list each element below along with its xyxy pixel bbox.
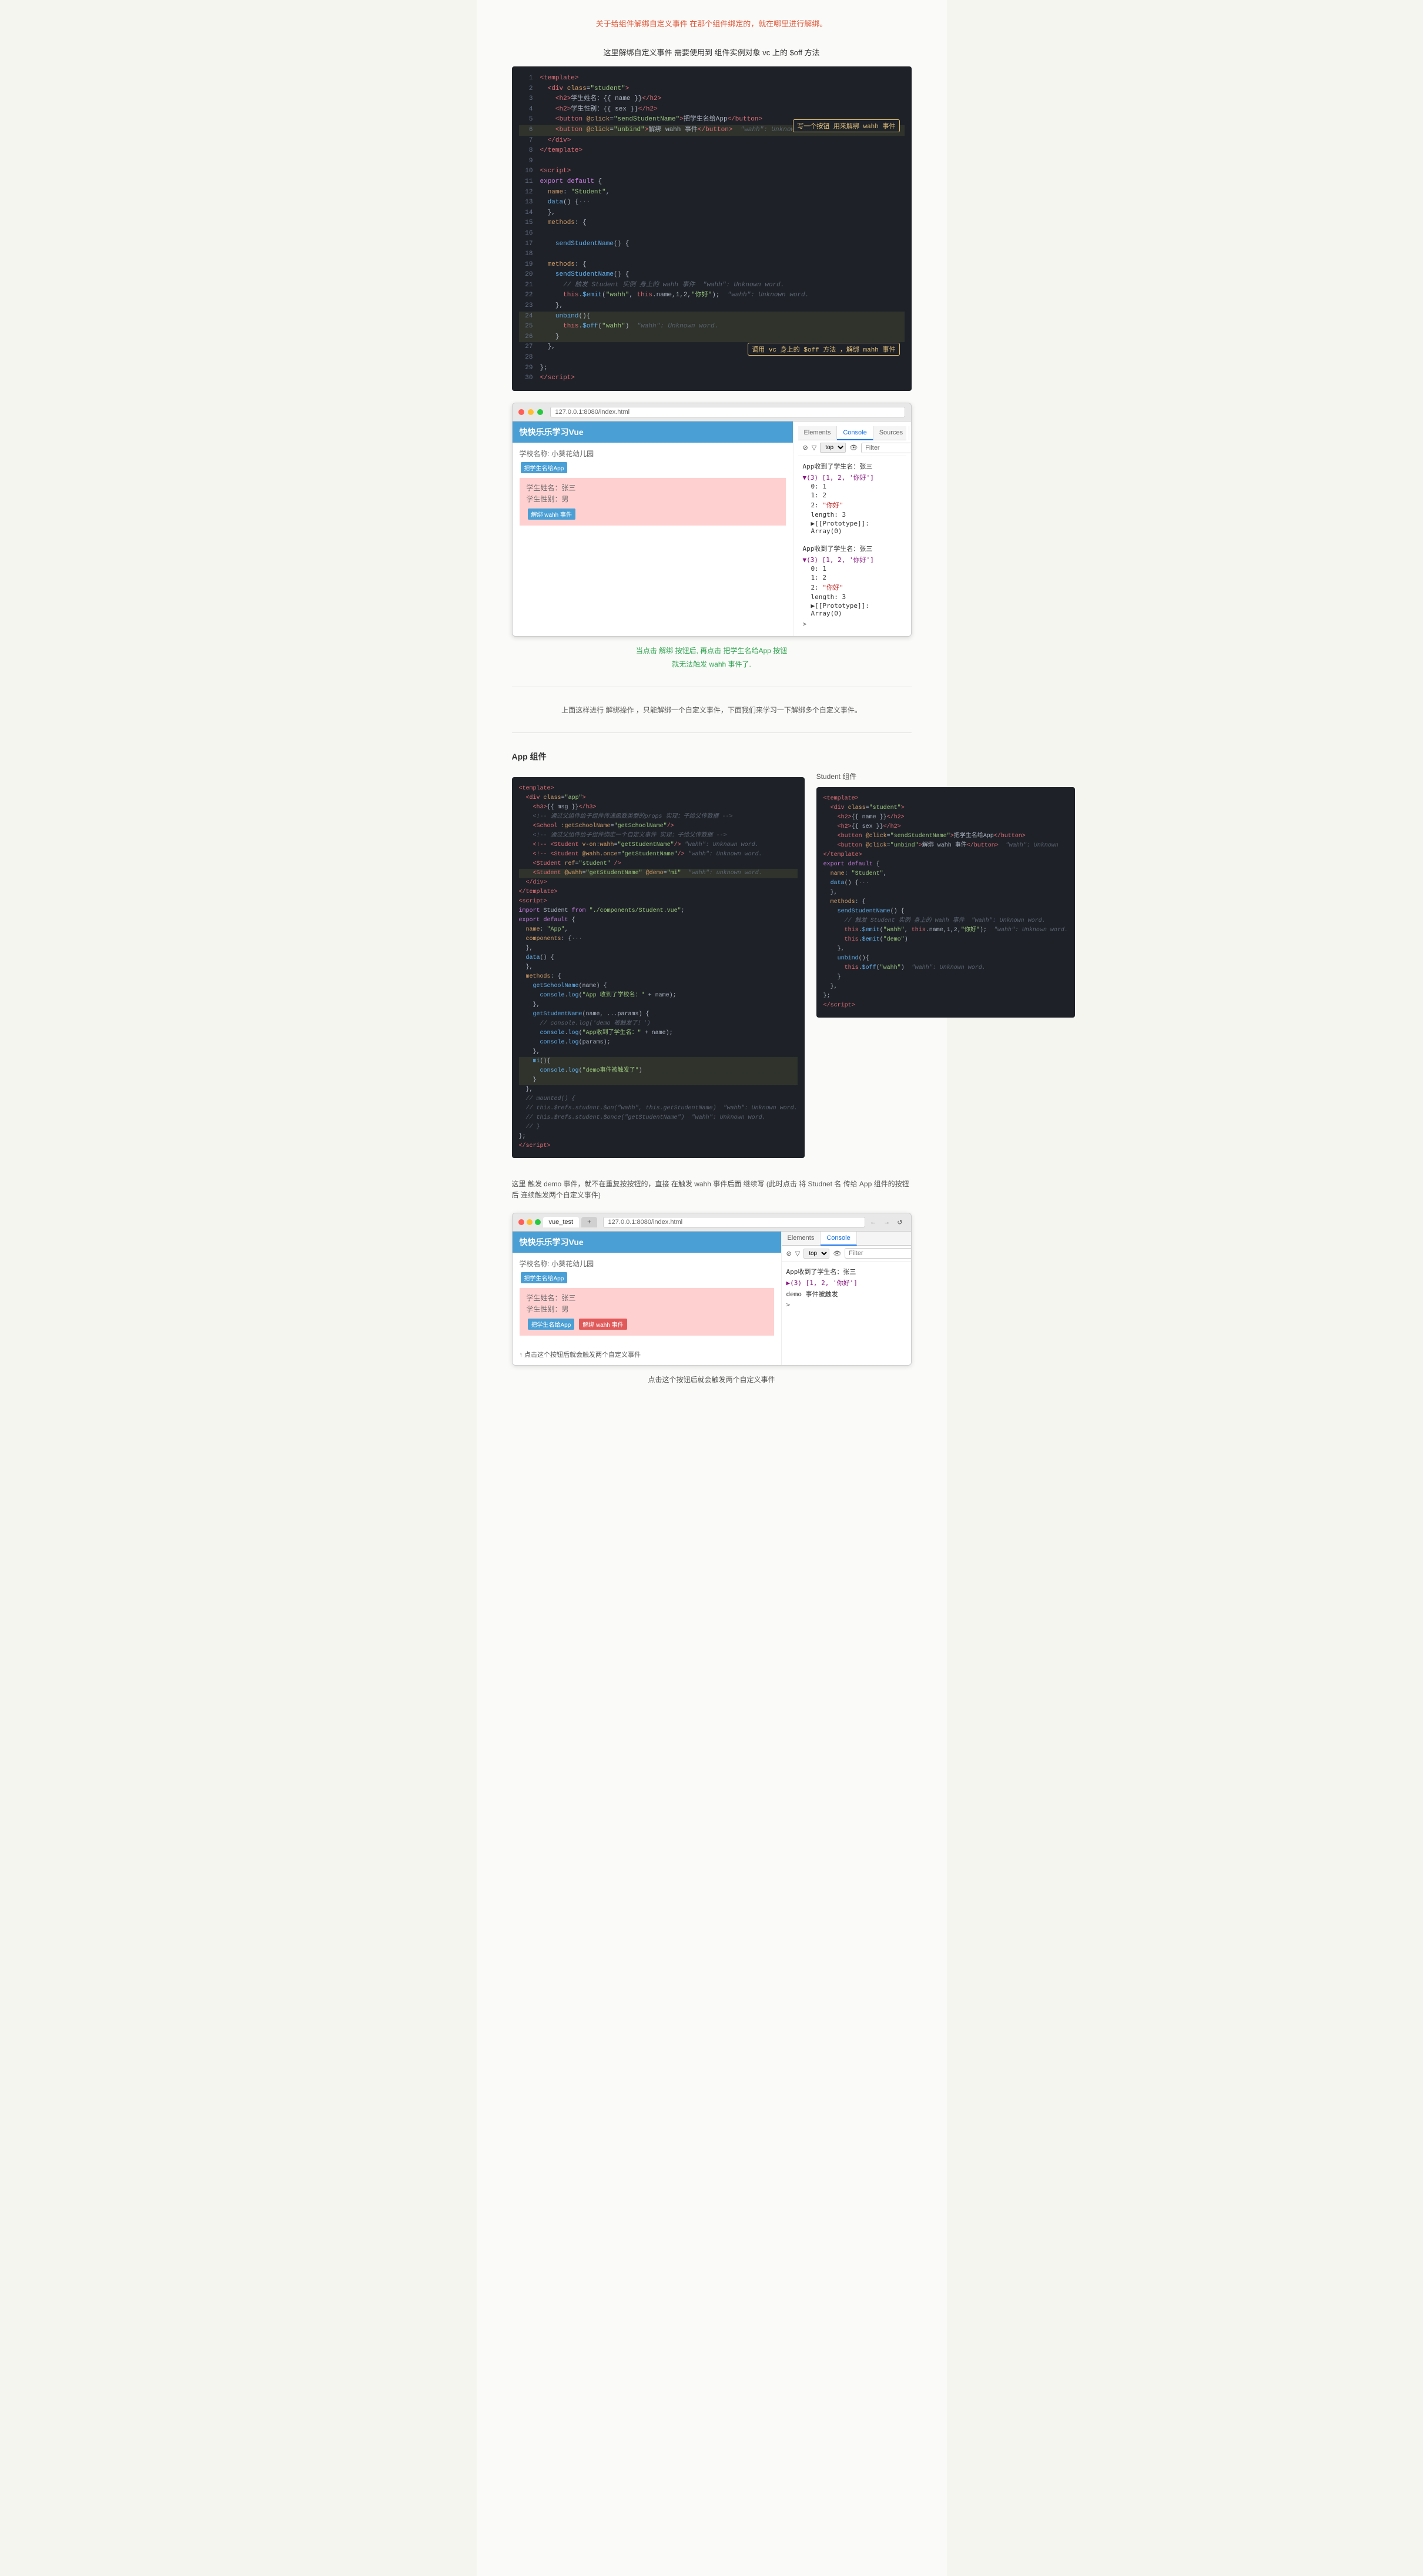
browser-devtools-1: Elements Console Sources Network ⊘ ▽ top… <box>793 421 911 636</box>
browser-mockup-1: 127.0.0.1:8080/index.html 快快乐乐学习Vue 学校名称… <box>512 403 912 637</box>
desc-text-1: 这里解绑自定义事件 需要使用到 组件实例对象 vc 上的 $off 方法 <box>512 46 912 58</box>
devtools-filter-icon-2: ▽ <box>795 1250 800 1257</box>
two-col-1: <template> <div class="app"> <h3>{{ msg … <box>512 771 912 1170</box>
devtools-tab-sources[interactable]: Sources <box>873 426 909 440</box>
devtools-tab-console[interactable]: Console <box>837 426 873 440</box>
info-note: 这里 触发 demo 事件，就不在重复按按钮的，直接 在触发 wahh 事件后面… <box>512 1179 912 1201</box>
devtools-filter-icon: ▽ <box>812 444 816 451</box>
browser-toolbar-2: vue_test + 127.0.0.1:8080/index.html ← →… <box>513 1213 911 1232</box>
devtools-clear-2[interactable]: ⊘ <box>786 1250 792 1257</box>
console-caret: > <box>803 620 902 628</box>
devtools-filter-input-2[interactable] <box>845 1248 911 1259</box>
school-label-1: 学校名称: 小葵花幼儿园 <box>520 449 786 459</box>
browser-tab-active-2[interactable]: vue_test <box>543 1217 580 1227</box>
app-code-col: <template> <div class="app"> <h3>{{ msg … <box>512 771 805 1170</box>
student-name-1: 学生姓名：张三 <box>527 483 779 493</box>
section-heading: App 组件 <box>512 751 912 762</box>
code-annotation-1: 写一个按钮 用来解绑 wahh 事件 <box>793 119 899 132</box>
student-sex-2: 学生性别：男 <box>527 1304 767 1314</box>
devtools-tabs-1: Elements Console Sources Network <box>798 426 906 440</box>
btn-get-student-2[interactable]: 把学生名给App <box>528 1319 575 1330</box>
console-log-2: App收到了学生名：张三 <box>803 544 902 553</box>
browser-nav-back[interactable]: ← <box>868 1219 879 1226</box>
browser-dot-green-2 <box>535 1219 541 1225</box>
browser-nav-refresh[interactable]: ↺ <box>895 1219 905 1226</box>
devtools-toolbar-1: ⊘ ▽ top 👁 <box>798 440 906 456</box>
btn-unbind-2[interactable]: 解绑 wahh 事件 <box>579 1319 627 1330</box>
btn-get-1[interactable]: 把学生名给App <box>521 462 568 473</box>
console-array1: ▼(3) [1, 2, '你好'] 0: 1 1: 2 2: "你好" leng… <box>803 473 902 536</box>
student-name-2: 学生姓名：张三 <box>527 1293 767 1303</box>
devtools-top-select-2[interactable]: top <box>803 1249 829 1259</box>
console-log-1: App收到了学生名：张三 <box>803 461 902 471</box>
browser-toolbar-1: 127.0.0.1:8080/index.html <box>513 403 911 421</box>
devtools-eye: 👁 <box>849 444 858 451</box>
console-log-b1: App收到了学生名：张三 <box>786 1267 906 1276</box>
browser-dot-red-2 <box>518 1219 524 1225</box>
browser-url-2: 127.0.0.1:8080/index.html <box>603 1217 866 1227</box>
section-divider-2 <box>512 732 912 733</box>
browser-dot-yellow-1 <box>528 409 534 415</box>
console-array2: ▼(3) [1, 2, '你好'] 0: 1 1: 2 2: "你好" leng… <box>803 555 902 618</box>
browser-dot-yellow-2 <box>527 1219 533 1225</box>
browser-url-1: 127.0.0.1:8080/index.html <box>550 407 905 417</box>
code-block-app: <template> <div class="app"> <h3>{{ msg … <box>512 777 805 1158</box>
console-array-b1: ▶(3) [1, 2, '你好'] <box>786 1278 906 1287</box>
vue-app-header-1: 快快乐乐学习Vue <box>513 421 793 443</box>
browser-left-1: 快快乐乐学习Vue 学校名称: 小葵花幼儿园 把学生名给App 学生姓名：张三 … <box>513 421 793 636</box>
browser-dot-green-1 <box>537 409 543 415</box>
devtools-clear[interactable]: ⊘ <box>803 444 808 451</box>
browser-content-2: 快快乐乐学习Vue 学校名称: 小葵花幼儿园 把学生名给App 学生姓名：张三 … <box>513 1232 911 1365</box>
bottom-note: 点击这个按钮后就会触发两个自定义事件 <box>512 1374 912 1384</box>
browser-content-1: 快快乐乐学习Vue 学校名称: 小葵花幼儿园 把学生名给App 学生姓名：张三 … <box>513 421 911 636</box>
code-block-1: 1<template> 2 <div class="student"> 3 <h… <box>512 66 912 391</box>
student-col-label: Student 组件 <box>816 771 1075 781</box>
console-log-b2: demo 事件被触发 <box>786 1289 906 1299</box>
vue-app-body-2: 学校名称: 小葵花幼儿园 把学生名给App 学生姓名：张三 学生性别：男 把学生… <box>513 1253 781 1345</box>
browser-nav-forward[interactable]: → <box>881 1219 892 1226</box>
bottom-arrow-note: ↑ 点击这个按钮后就会触发两个自定义事件 <box>513 1350 781 1365</box>
green-annotation-1: 当点击 解绑 按钮后, 再点击 把学生名给App 按钮 <box>512 645 912 655</box>
top-notice: 关于给组件解绑自定义事件 在那个组件绑定的，就在哪里进行解绑。 <box>512 12 912 35</box>
student-section-1: 学生姓名：张三 学生性别：男 解绑 wahh 事件 <box>520 478 786 526</box>
devtools-content-1: App收到了学生名：张三 ▼(3) [1, 2, '你好'] 0: 1 1: 2… <box>798 456 906 631</box>
green-annotation-2: 就无法触发 wahh 事件了. <box>512 659 912 669</box>
code-block-student: <template> <div class="student"> <h2>{{ … <box>816 787 1075 1018</box>
console-caret-2: > <box>786 1301 906 1309</box>
browser-tab-plus-2[interactable]: + <box>581 1217 597 1227</box>
school-label-2: 学校名称: 小葵花幼儿园 <box>520 1259 774 1269</box>
page-wrapper: 关于给组件解绑自定义事件 在那个组件绑定的，就在哪里进行解绑。 这里解绑自定义事… <box>477 0 947 2576</box>
devtools-tab-network[interactable]: Network <box>909 426 911 440</box>
browser-mockup-2: vue_test + 127.0.0.1:8080/index.html ← →… <box>512 1213 912 1366</box>
code-annotation-2: 调用 vc 身上的 $off 方法 ，解绑 mahh 事件 <box>748 343 899 356</box>
devtools-filter-input[interactable] <box>861 443 911 453</box>
devtools-tabs-2: Elements Console <box>782 1232 911 1246</box>
top-notice-text: 关于给组件解绑自定义事件 在那个组件绑定的，就在哪里进行解绑。 <box>596 19 828 28</box>
student-section-2: 学生姓名：张三 学生性别：男 把学生名给App 解绑 wahh 事件 <box>520 1288 774 1336</box>
browser-dot-red-1 <box>518 409 524 415</box>
vue-app-header-2: 快快乐乐学习Vue <box>513 1232 781 1253</box>
devtools-tab-console-2[interactable]: Console <box>821 1232 856 1246</box>
devtools-eye-2: 👁 <box>833 1250 841 1257</box>
vue-app-body-1: 学校名称: 小葵花幼儿园 把学生名给App 学生姓名：张三 学生性别：男 解绑 … <box>513 443 793 535</box>
middle-text: 上面这样进行 解绑操作 ，只能解绑一个自定义事件，下面我们来学习一下解绑多个自定… <box>512 705 912 715</box>
devtools-tab-elements-2[interactable]: Elements <box>782 1232 821 1245</box>
student-code-col: Student 组件 <template> <div class="studen… <box>816 771 1075 1170</box>
devtools-tab-elements[interactable]: Elements <box>798 426 838 440</box>
devtools-toolbar-2: ⊘ ▽ top 👁 <box>782 1246 911 1262</box>
btn-get-school-2[interactable]: 把学生名给App <box>521 1272 568 1283</box>
browser-left-2: 快快乐乐学习Vue 学校名称: 小葵花幼儿园 把学生名给App 学生姓名：张三 … <box>513 1232 782 1365</box>
browser-devtools-2: Elements Console ⊘ ▽ top 👁 App收到了学生名：张三 … <box>782 1232 911 1365</box>
btn-unbind-1[interactable]: 解绑 wahh 事件 <box>528 508 575 520</box>
student-sex-1: 学生性别：男 <box>527 494 779 504</box>
devtools-content-2: App收到了学生名：张三 ▶(3) [1, 2, '你好'] demo 事件被触… <box>782 1262 911 1312</box>
devtools-top-select[interactable]: top <box>820 443 846 453</box>
